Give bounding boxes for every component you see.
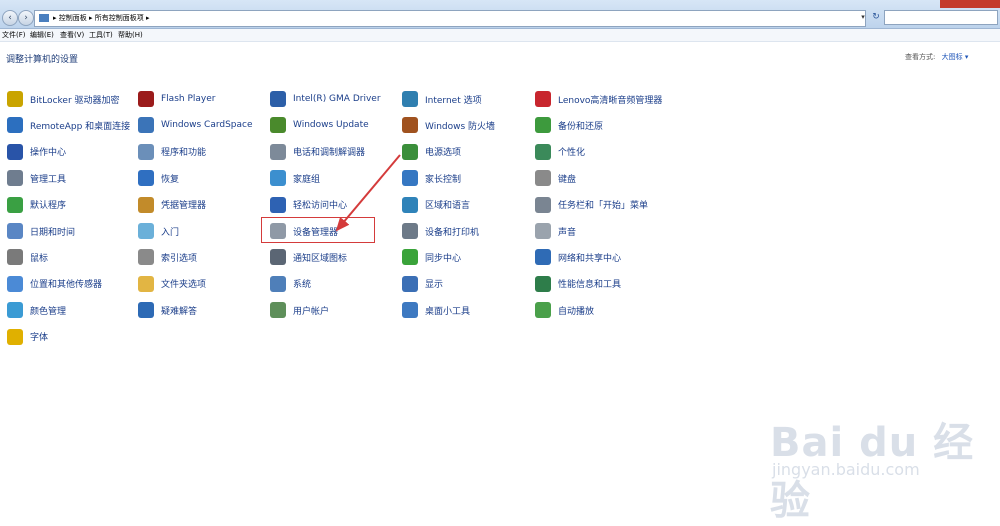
arrow-line	[335, 154, 401, 232]
watermark-url: jingyan.baidu.com	[772, 460, 920, 479]
watermark: Bai du 经验 jingyan.baidu.com	[770, 400, 1000, 524]
